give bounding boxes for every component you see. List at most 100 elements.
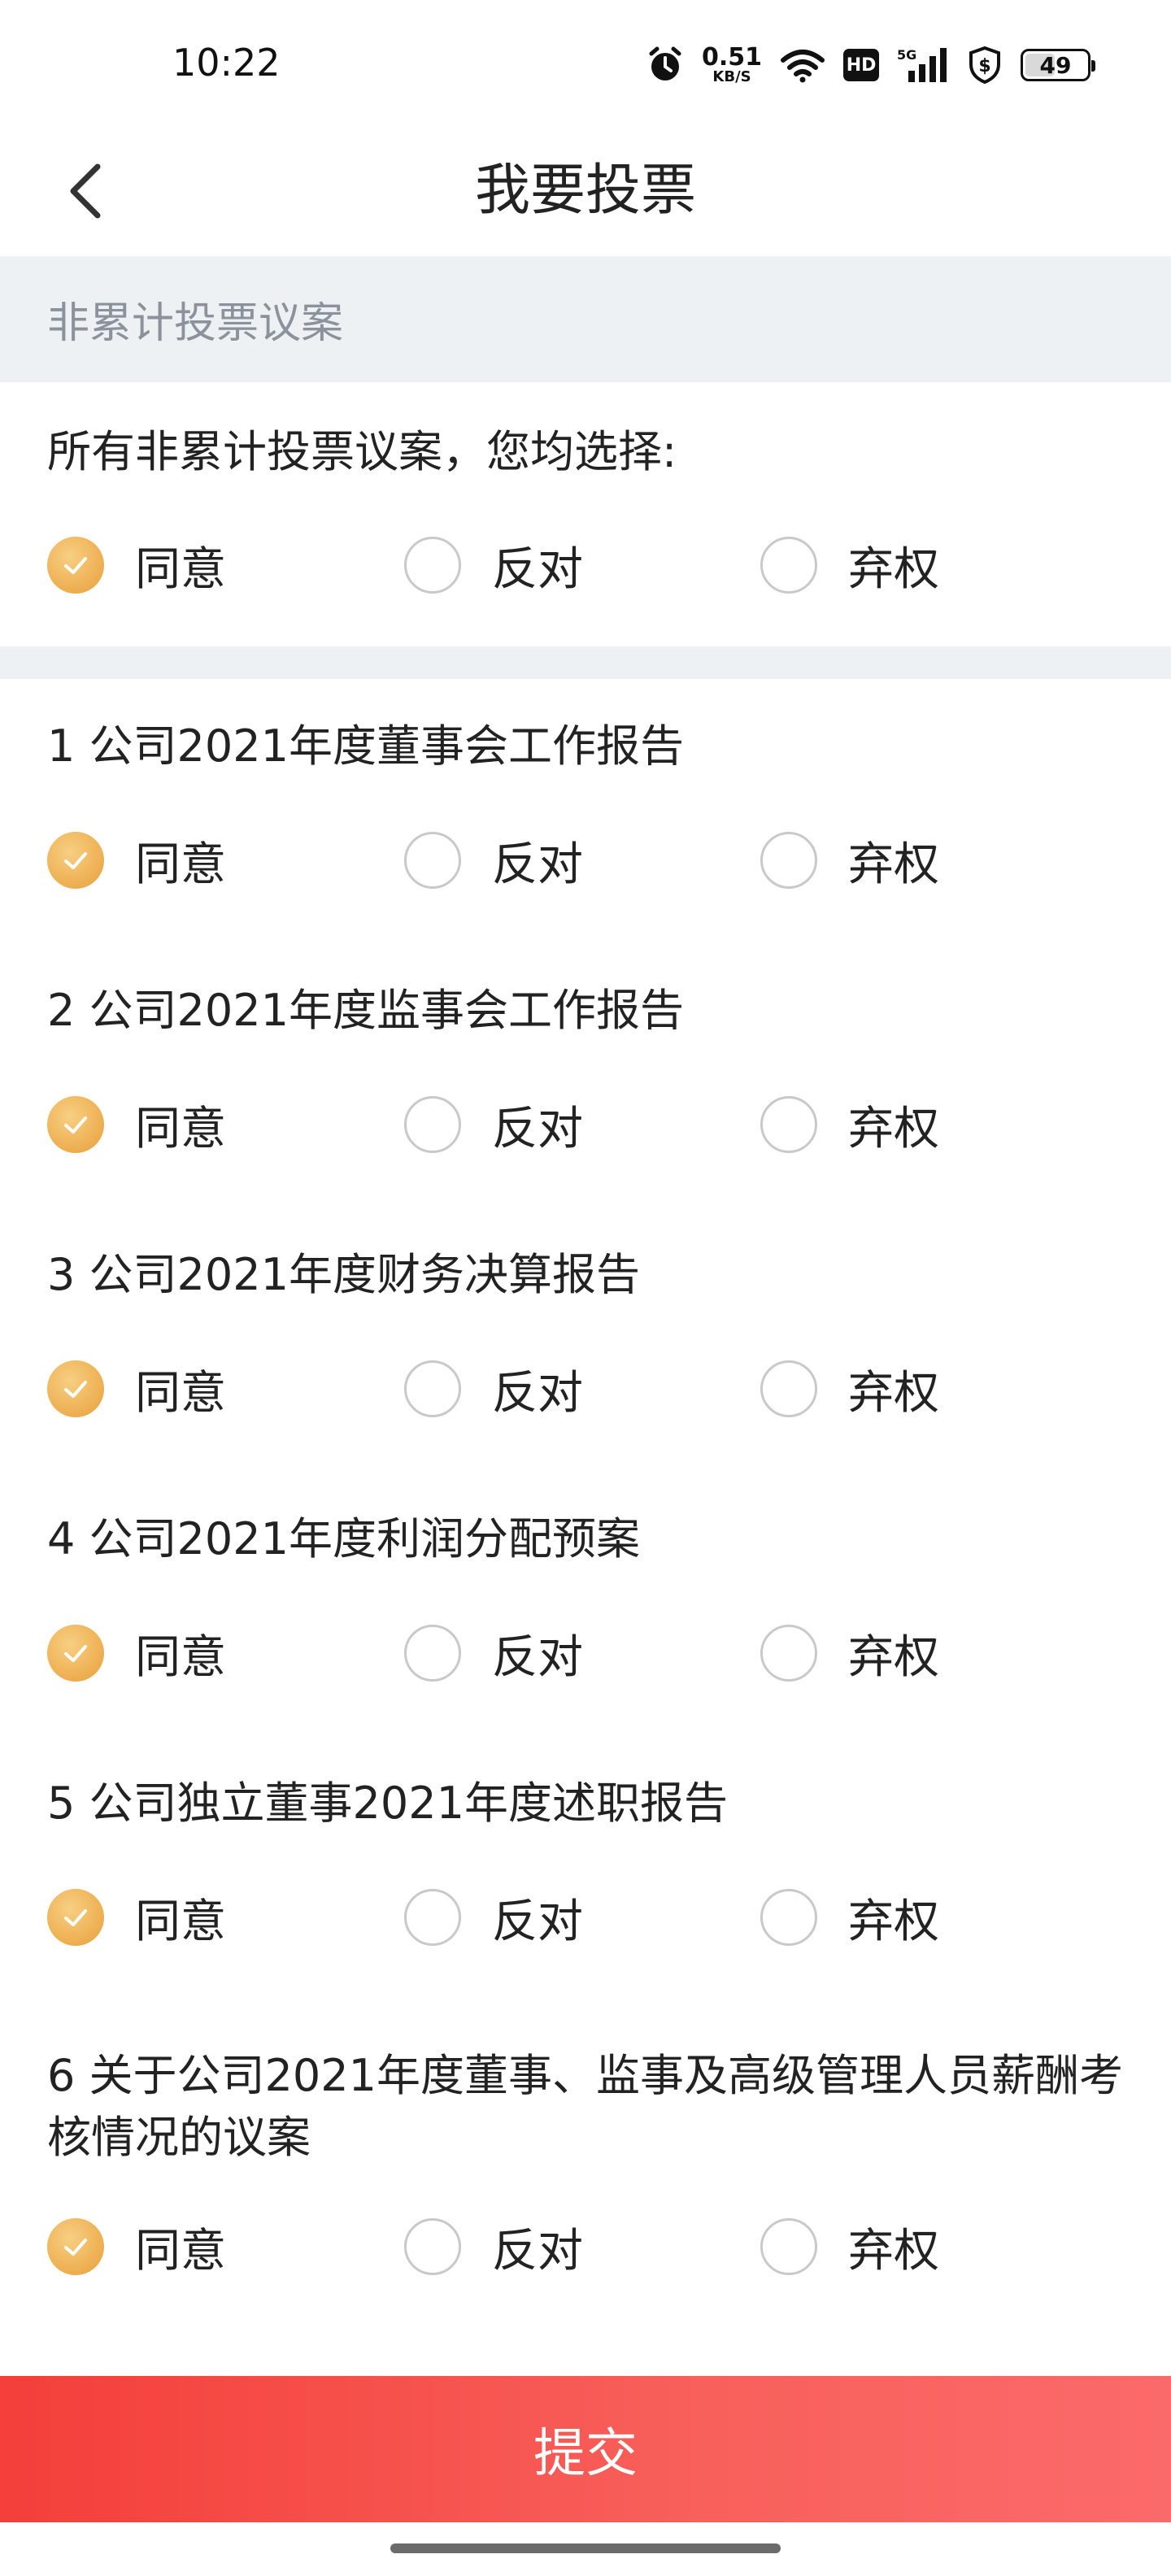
radio-checked-icon[interactable] [47, 2218, 104, 2275]
page-title: 我要投票 [474, 159, 696, 223]
option-oppose[interactable]: 反对 [404, 2210, 583, 2283]
option-agree[interactable]: 同意 [47, 1088, 226, 1161]
option-agree[interactable]: 同意 [47, 2210, 226, 2283]
option-label: 同意 [135, 1102, 226, 1155]
option-label: 同意 [135, 1366, 226, 1420]
bulk-option-agree[interactable]: 同意 [47, 529, 226, 602]
status-bar: 10:22 0.51 KB/S HD 5G $ 49 [0, 0, 1171, 130]
section-title: 非累计投票议案 [47, 299, 344, 348]
proposal-options: 同意 反对 弃权 [0, 2210, 1171, 2283]
option-oppose[interactable]: 反对 [404, 824, 583, 897]
proposal-title: 1 公司2021年度董事会工作报告 [47, 720, 684, 772]
radio-checked-icon[interactable] [47, 1360, 104, 1417]
proposal-options: 同意 反对 弃权 [0, 1088, 1171, 1161]
proposal-options: 同意 反对 弃权 [0, 1617, 1171, 1690]
option-label: 反对 [492, 1895, 583, 1948]
proposal-options: 同意 反对 弃权 [0, 1881, 1171, 1954]
option-label: 弃权 [848, 1630, 939, 1684]
signal-icon: 5G [897, 46, 949, 84]
proposal-title: 2 公司2021年度监事会工作报告 [47, 985, 684, 1036]
option-oppose[interactable]: 反对 [404, 1088, 583, 1161]
radio-unchecked-icon[interactable] [404, 1889, 461, 1946]
option-abstain[interactable]: 弃权 [760, 1088, 939, 1161]
network-type-label: 5G [897, 47, 916, 63]
option-label: 弃权 [848, 1366, 939, 1420]
option-label: 同意 [135, 1630, 226, 1684]
proposal-title: 5 公司独立董事2021年度述职报告 [47, 1778, 728, 1829]
option-label: 弃权 [848, 542, 939, 596]
option-label: 同意 [135, 2224, 226, 2278]
radio-checked-icon[interactable] [47, 1625, 104, 1682]
proposal-title: 6 关于公司2021年度董事、监事及高级管理人员薪酬考核情况的议案 [47, 2050, 1123, 2163]
bulk-options: 同意 反对 弃权 [0, 529, 1171, 602]
bulk-option-abstain[interactable]: 弃权 [760, 529, 939, 602]
option-label: 反对 [492, 838, 583, 891]
home-indicator[interactable] [390, 2543, 781, 2553]
option-label: 反对 [492, 1630, 583, 1684]
radio-unchecked-icon[interactable] [404, 1096, 461, 1153]
option-label: 弃权 [848, 1895, 939, 1948]
option-label: 反对 [492, 542, 583, 596]
radio-unchecked-icon[interactable] [404, 2218, 461, 2275]
radio-unchecked-icon[interactable] [760, 1096, 817, 1153]
option-label: 弃权 [848, 1102, 939, 1155]
shield-dollar-icon: $ [967, 46, 1003, 85]
option-abstain[interactable]: 弃权 [760, 2210, 939, 2283]
network-speed-value: 0.51 [702, 43, 763, 72]
option-agree[interactable]: 同意 [47, 1617, 226, 1690]
option-agree[interactable]: 同意 [47, 1881, 226, 1954]
wifi-icon [780, 47, 825, 83]
status-icons: 0.51 KB/S HD 5G $ 49 [646, 41, 1096, 89]
option-abstain[interactable]: 弃权 [760, 1881, 939, 1954]
option-oppose[interactable]: 反对 [404, 1881, 583, 1954]
svg-text:$: $ [978, 56, 990, 76]
section-header: 非累计投票议案 [0, 256, 1171, 382]
option-label: 弃权 [848, 838, 939, 891]
radio-unchecked-icon[interactable] [404, 1625, 461, 1682]
option-oppose[interactable]: 反对 [404, 1617, 583, 1690]
proposal-options: 同意 反对 弃权 [0, 824, 1171, 897]
radio-unchecked-icon[interactable] [760, 1889, 817, 1946]
option-label: 弃权 [848, 2224, 939, 2278]
option-abstain[interactable]: 弃权 [760, 824, 939, 897]
radio-checked-icon[interactable] [47, 832, 104, 889]
network-speed: 0.51 KB/S [702, 46, 762, 85]
option-abstain[interactable]: 弃权 [760, 1617, 939, 1690]
proposal-options: 同意 反对 弃权 [0, 1352, 1171, 1425]
network-speed-unit: KB/S [712, 68, 751, 85]
nav-bar: 我要投票 [0, 130, 1171, 252]
option-label: 同意 [135, 838, 226, 891]
bulk-option-oppose[interactable]: 反对 [404, 529, 583, 602]
option-agree[interactable]: 同意 [47, 1352, 226, 1425]
option-label: 反对 [492, 1102, 583, 1155]
radio-checked-icon[interactable] [47, 537, 104, 594]
proposal-title: 4 公司2021年度利润分配预案 [47, 1513, 640, 1564]
radio-unchecked-icon[interactable] [404, 537, 461, 594]
radio-unchecked-icon[interactable] [760, 1360, 817, 1417]
radio-unchecked-icon[interactable] [404, 1360, 461, 1417]
radio-checked-icon[interactable] [47, 1889, 104, 1946]
option-agree[interactable]: 同意 [47, 824, 226, 897]
proposal-title: 3 公司2021年度财务决算报告 [47, 1249, 640, 1300]
radio-unchecked-icon[interactable] [760, 1625, 817, 1682]
alarm-icon [646, 46, 684, 84]
option-label: 反对 [492, 1366, 583, 1420]
option-label: 反对 [492, 2224, 583, 2278]
radio-unchecked-icon[interactable] [760, 832, 817, 889]
submit-label: 提交 [533, 2424, 638, 2482]
section-divider [0, 646, 1171, 679]
bulk-prompt: 所有非累计投票议案，您均选择: [47, 426, 677, 477]
submit-button[interactable]: 提交 [0, 2376, 1171, 2522]
radio-checked-icon[interactable] [47, 1096, 104, 1153]
hd-icon: HD [843, 49, 880, 81]
status-time: 10:22 [172, 41, 281, 85]
option-label: 同意 [135, 1895, 226, 1948]
radio-unchecked-icon[interactable] [760, 2218, 817, 2275]
battery-icon: 49 [1021, 49, 1096, 81]
option-label: 同意 [135, 542, 226, 596]
radio-unchecked-icon[interactable] [404, 832, 461, 889]
option-abstain[interactable]: 弃权 [760, 1352, 939, 1425]
battery-text: 49 [1039, 51, 1072, 79]
option-oppose[interactable]: 反对 [404, 1352, 583, 1425]
radio-unchecked-icon[interactable] [760, 537, 817, 594]
